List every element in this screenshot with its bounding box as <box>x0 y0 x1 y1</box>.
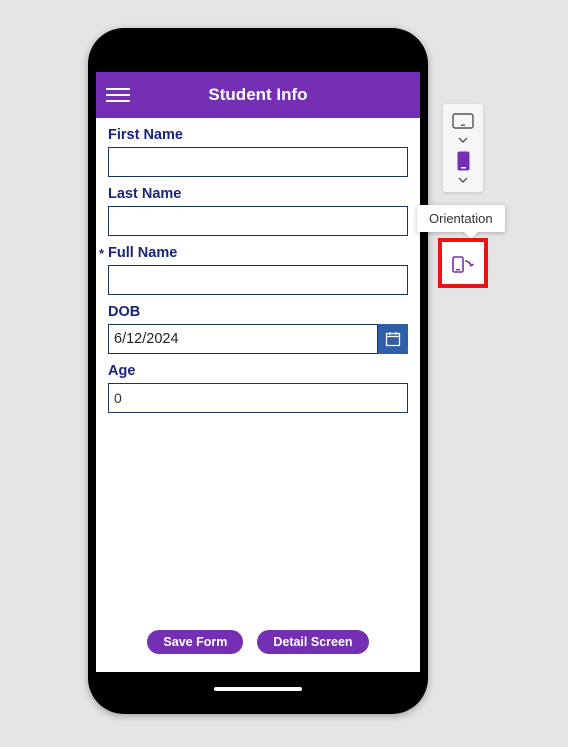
age-input[interactable] <box>108 383 408 413</box>
field-dob: DOB <box>108 303 408 354</box>
orientation-tooltip: Orientation <box>417 205 505 232</box>
dob-input[interactable] <box>108 324 378 354</box>
first-name-input[interactable] <box>108 147 408 177</box>
save-button[interactable]: Save Form <box>147 630 243 654</box>
app-header: Student Info <box>96 72 420 118</box>
age-label: Age <box>108 363 135 379</box>
required-star: * <box>99 246 104 261</box>
detail-button[interactable]: Detail Screen <box>257 630 368 654</box>
field-full-name: * Full Name <box>108 244 408 295</box>
orientation-button[interactable] <box>438 238 488 288</box>
phone-frame: Student Info First Name Last Name * Full… <box>88 28 428 714</box>
first-name-label: First Name <box>108 127 183 143</box>
device-toolbar <box>443 104 483 192</box>
phone-device-icon[interactable] <box>450 152 476 170</box>
last-name-input[interactable] <box>108 206 408 236</box>
field-last-name: Last Name <box>108 185 408 236</box>
rotate-icon <box>451 252 475 274</box>
last-name-label: Last Name <box>108 186 181 202</box>
phone-inner: Student Info First Name Last Name * Full… <box>96 36 420 706</box>
app-title: Student Info <box>96 85 420 105</box>
field-age: Age <box>108 362 408 413</box>
form-footer: Save Form Detail Screen <box>96 620 420 672</box>
tablet-chevron-down-icon[interactable] <box>453 134 473 146</box>
dob-label: DOB <box>108 304 140 320</box>
app-screen: Student Info First Name Last Name * Full… <box>96 72 420 672</box>
form-body: First Name Last Name * Full Name DOB <box>96 118 420 620</box>
calendar-icon <box>385 331 401 347</box>
home-indicator <box>214 687 302 691</box>
phone-status-top <box>96 36 420 72</box>
field-first-name: First Name <box>108 126 408 177</box>
full-name-label: Full Name <box>108 245 177 261</box>
full-name-input[interactable] <box>108 265 408 295</box>
calendar-button[interactable] <box>378 324 408 354</box>
hamburger-icon[interactable] <box>102 72 134 118</box>
tablet-device-icon[interactable] <box>450 112 476 130</box>
phone-chevron-down-icon[interactable] <box>453 174 473 186</box>
phone-status-bottom <box>96 672 420 706</box>
